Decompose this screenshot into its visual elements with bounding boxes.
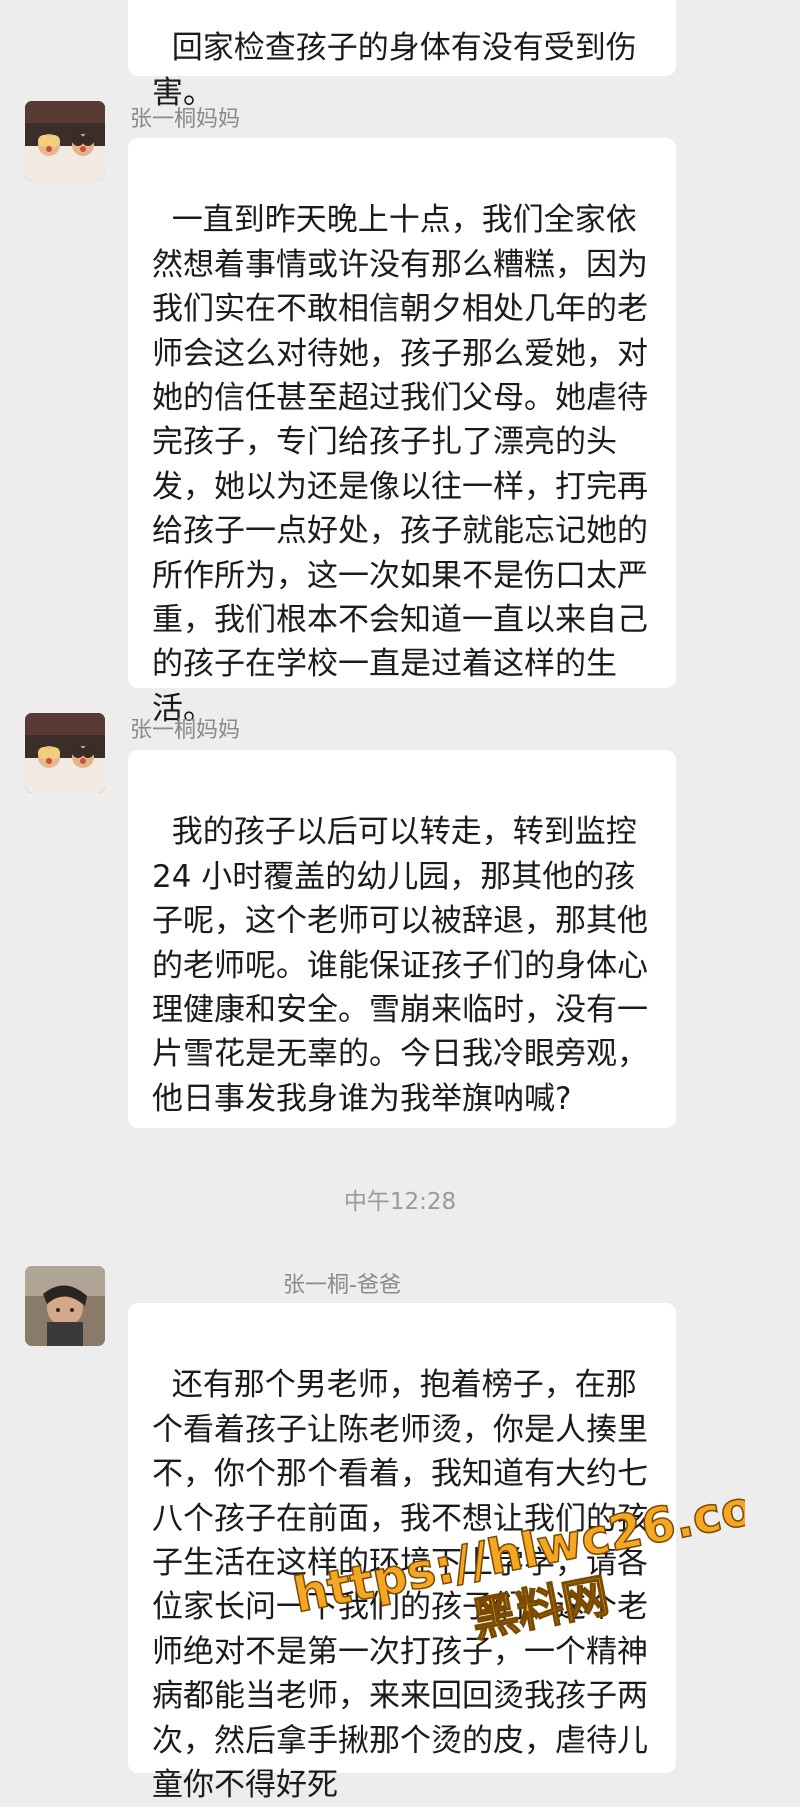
message-text-3: 我的孩子以后可以转走，转到监控24 小时覆盖的幼儿园，那其他的孩子呢，这个老师可…: [152, 814, 648, 1117]
message-bubble-4[interactable]: 还有那个男老师，抱着榜子，在那个看着孩子让陈老师烫，你是人揍里不，你个那个看着，…: [128, 1303, 676, 1803]
message-bubble-3[interactable]: 我的孩子以后可以转走，转到监控24 小时覆盖的幼儿园，那其他的孩子呢，这个老师可…: [128, 750, 676, 1128]
avatar-mom[interactable]: [25, 713, 105, 793]
avatar-mom[interactable]: [25, 101, 105, 181]
time-divider: 中午12:28: [343, 1189, 457, 1215]
avatar-mom-image: [25, 713, 105, 793]
message-text-4: 还有那个男老师，抱着榜子，在那个看着孩子让陈老师烫，你是人揍里不，你个那个看着，…: [152, 1367, 648, 1804]
message-text-1: 回家检查孩子的身体有没有受到伤 害。: [152, 30, 637, 111]
avatar-mom-image: [25, 101, 105, 181]
sender-name: 张一桐妈妈: [130, 107, 241, 132]
message-text-2: 一直到昨天晚上十点，我们全家依然想着事情或许没有那么糟糕，因为我们实在不敢相信朝…: [152, 202, 648, 727]
sender-name: 张一桐-爸爸: [283, 1273, 401, 1298]
avatar-dad-image: [25, 1266, 105, 1346]
message-bubble-2[interactable]: 一直到昨天晚上十点，我们全家依然想着事情或许没有那么糟糕，因为我们实在不敢相信朝…: [128, 138, 676, 727]
avatar-dad[interactable]: [25, 1266, 105, 1346]
message-bubble-1[interactable]: 回家检查孩子的身体有没有受到伤 害。: [128, 0, 676, 111]
sender-name: 张一桐妈妈: [130, 718, 241, 743]
